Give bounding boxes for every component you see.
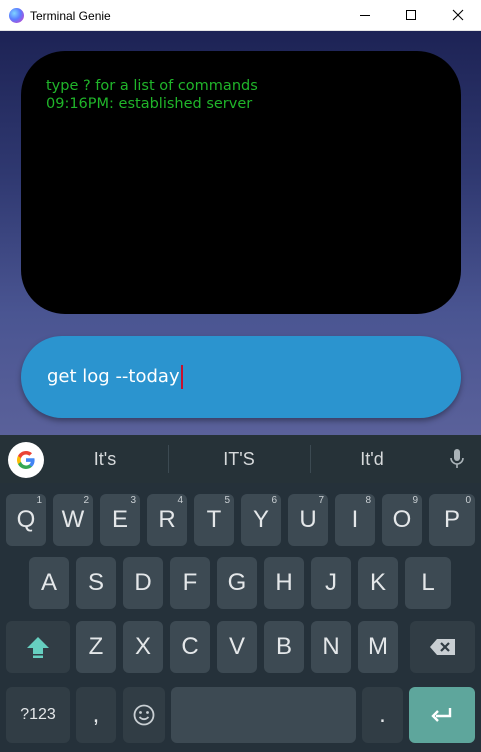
key-label: Q (16, 506, 36, 533)
suggestion-1[interactable]: It's (55, 448, 155, 470)
symbols-key[interactable]: ?123 (6, 687, 70, 743)
key-m[interactable]: M (358, 621, 398, 673)
key-hint: 8 (365, 495, 371, 506)
key-h[interactable]: H (264, 557, 304, 609)
key-x[interactable]: X (123, 621, 163, 673)
suggestion-divider (310, 445, 311, 473)
suggestion-divider (168, 445, 169, 473)
key-label: Y (252, 506, 269, 533)
key-p[interactable]: P0 (429, 494, 475, 546)
google-g-icon (17, 451, 35, 469)
close-button[interactable] (435, 0, 481, 31)
google-logo-icon[interactable] (8, 442, 44, 478)
key-hint: 0 (465, 495, 471, 506)
emoji-smiley-icon (133, 704, 155, 726)
key-n[interactable]: N (311, 621, 351, 673)
command-input[interactable]: get log --today (21, 336, 461, 418)
window-title: Terminal Genie (30, 9, 111, 23)
key-label: P (443, 506, 460, 533)
key-r[interactable]: R4 (147, 494, 187, 546)
key-label: R (158, 506, 176, 533)
key-u[interactable]: U7 (288, 494, 328, 546)
key-y[interactable]: Y6 (241, 494, 281, 546)
comma-key[interactable]: , (76, 687, 116, 743)
key-j[interactable]: J (311, 557, 351, 609)
key-g[interactable]: G (217, 557, 257, 609)
suggestion-3[interactable]: It'd (322, 448, 422, 470)
terminal-line: 09:16PM: established server (46, 96, 253, 112)
close-icon (452, 9, 464, 21)
key-t[interactable]: T5 (194, 494, 234, 546)
key-e[interactable]: E3 (100, 494, 140, 546)
backspace-icon (429, 639, 455, 655)
key-hint: 9 (412, 495, 418, 506)
key-label: E (111, 506, 128, 533)
microphone-icon[interactable] (448, 448, 466, 470)
shift-arrow-icon (27, 637, 49, 658)
text-cursor (180, 365, 183, 389)
minimize-button[interactable] (342, 0, 388, 31)
key-label: O (392, 506, 412, 533)
enter-key[interactable] (409, 687, 475, 743)
terminal-output: type ? for a list of commands 09:16PM: e… (21, 51, 461, 314)
key-k[interactable]: K (358, 557, 398, 609)
key-hint: 5 (224, 495, 230, 506)
minimize-icon (360, 15, 370, 16)
enter-return-icon (431, 708, 452, 722)
app-background: type ? for a list of commands 09:16PM: e… (0, 31, 481, 435)
suggestion-bar: It's IT'S It'd (0, 435, 481, 483)
key-hint: 1 (36, 495, 42, 506)
app-logo-icon (9, 8, 24, 23)
key-l[interactable]: L (405, 557, 451, 609)
key-hint: 6 (271, 495, 277, 506)
key-hint: 3 (130, 495, 136, 506)
spacebar-key[interactable] (171, 687, 356, 743)
terminal-line: type ? for a list of commands (46, 78, 258, 94)
key-hint: 4 (177, 495, 183, 506)
key-label: I (351, 506, 359, 533)
key-q[interactable]: Q1 (6, 494, 46, 546)
command-input-value: get log --today (47, 366, 180, 387)
key-hint: 2 (83, 495, 89, 506)
key-a[interactable]: A (29, 557, 69, 609)
key-label: W (61, 506, 85, 533)
key-s[interactable]: S (76, 557, 116, 609)
maximize-button[interactable] (388, 0, 434, 31)
maximize-icon (406, 10, 416, 20)
shift-key[interactable] (6, 621, 70, 673)
key-d[interactable]: D (123, 557, 163, 609)
key-w[interactable]: W2 (53, 494, 93, 546)
key-v[interactable]: V (217, 621, 257, 673)
key-hint: 7 (318, 495, 324, 506)
key-b[interactable]: B (264, 621, 304, 673)
key-f[interactable]: F (170, 557, 210, 609)
key-label: T (206, 506, 222, 533)
emoji-key[interactable] (123, 687, 165, 743)
key-c[interactable]: C (170, 621, 210, 673)
onscreen-keyboard: It's IT'S It'd Q1 W2 E3 R4 T5 Y6 U7 I8 O… (0, 435, 481, 752)
key-i[interactable]: I8 (335, 494, 375, 546)
window-titlebar: Terminal Genie (0, 0, 481, 31)
key-o[interactable]: O9 (382, 494, 422, 546)
suggestion-2[interactable]: IT'S (188, 448, 290, 470)
key-label: U (299, 506, 317, 533)
period-key[interactable]: . (362, 687, 403, 743)
key-z[interactable]: Z (76, 621, 116, 673)
backspace-key[interactable] (410, 621, 475, 673)
